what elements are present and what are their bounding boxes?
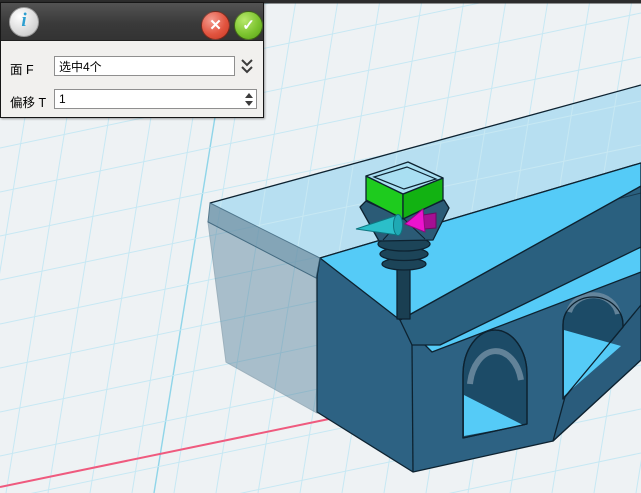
teal-cone-base <box>394 215 403 236</box>
offset-field-row: 偏移 T <box>1 89 263 111</box>
offset-field-label: 偏移 T <box>10 92 46 111</box>
spinner-up-button[interactable] <box>245 93 253 98</box>
offset-spinner <box>243 91 255 108</box>
dialog-titlebar[interactable]: i ✕ ✓ <box>1 3 263 41</box>
spinner-down-button[interactable] <box>245 101 253 106</box>
cancel-button[interactable]: ✕ <box>201 11 230 40</box>
arch-cutout-1[interactable] <box>463 330 527 438</box>
fixture-stem <box>397 268 410 319</box>
cad-app-window: i ✕ ✓ 面 F 偏移 T <box>0 0 641 493</box>
face-field-label: 面 F <box>10 59 34 78</box>
face-field-row: 面 F <box>1 56 263 78</box>
offset-face-dialog: i ✕ ✓ 面 F 偏移 T <box>0 2 264 118</box>
face-selection-input[interactable] <box>54 56 235 76</box>
offset-value-input[interactable] <box>54 89 257 109</box>
confirm-button[interactable]: ✓ <box>234 11 263 40</box>
fixture-rings <box>378 237 430 270</box>
expand-chevron-button[interactable] <box>239 58 255 76</box>
chevron-double-down-icon <box>239 58 255 76</box>
info-icon[interactable]: i <box>9 7 39 37</box>
